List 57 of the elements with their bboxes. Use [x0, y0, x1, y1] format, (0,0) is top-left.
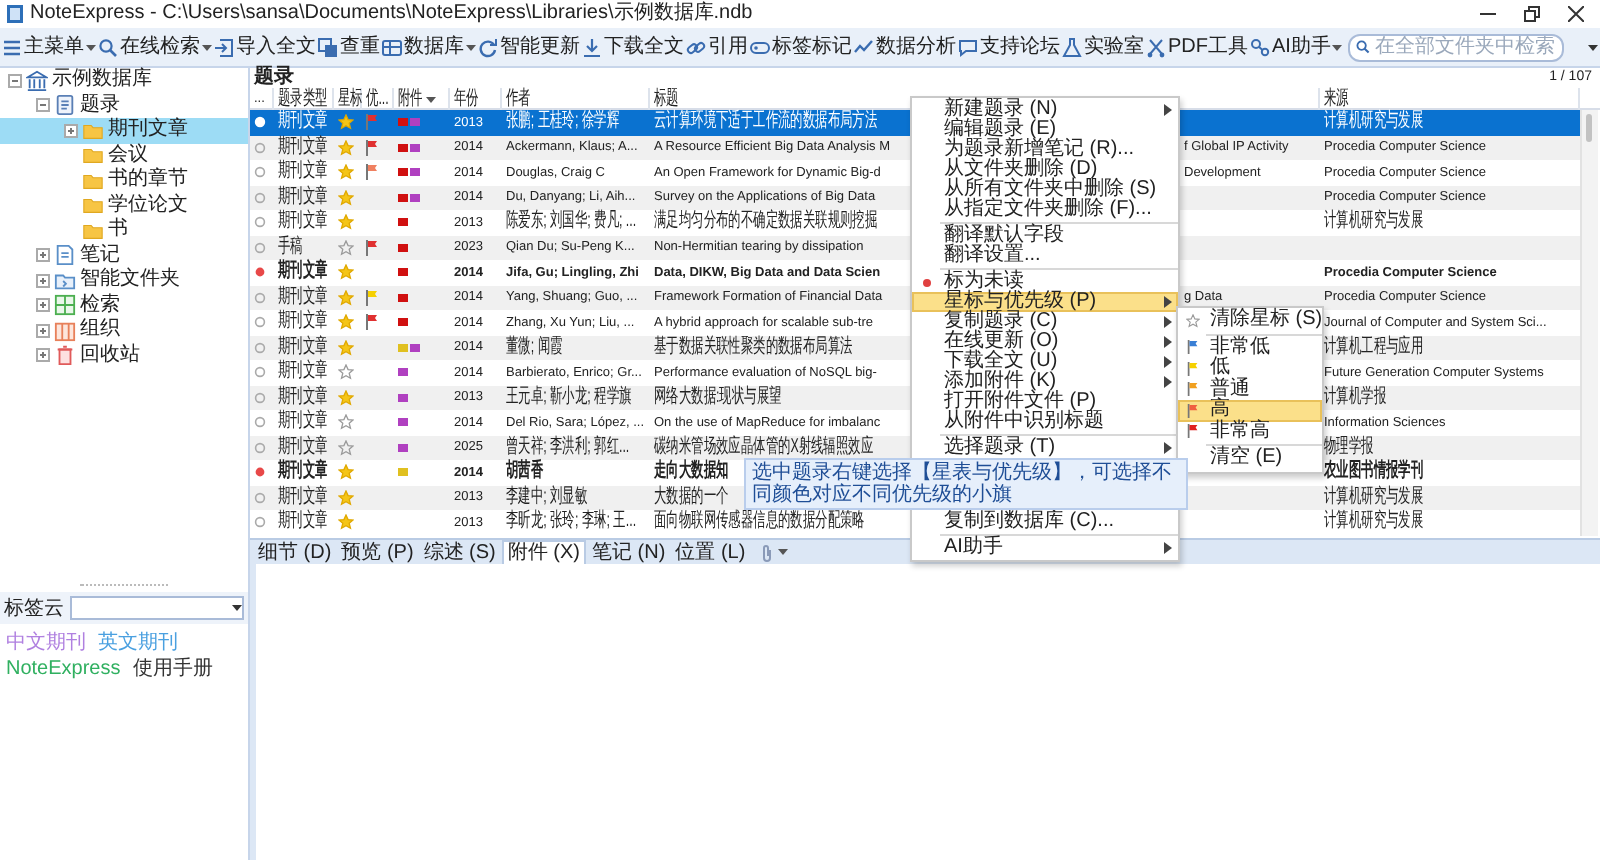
type-cell-text: 期刊文章	[276, 260, 330, 285]
title-cell: 走向大数据知	[654, 460, 729, 485]
tree-label: 回收站	[80, 343, 140, 368]
tag-cloud-label: 标签云	[4, 595, 64, 622]
tree-label: 笔记	[80, 243, 120, 267]
source-cell-text: 计算机研究与发展	[1322, 485, 1426, 509]
author-cell-text: 陈爱东; 刘国华; 费凡; ...	[504, 210, 639, 235]
type-cell-text: 期刊文章	[276, 285, 330, 309]
type-cell-text: 期刊文章	[276, 435, 330, 459]
title-cell-text: 碳纳米管场效应晶体管的X射线辐照效应	[654, 435, 874, 459]
source-cell-text: 物理学报	[1322, 435, 1376, 459]
list-title: 题录	[254, 68, 294, 88]
tree-label: 智能文件夹	[80, 268, 180, 293]
source-cell-text: 计算机研究与发展	[1322, 510, 1426, 535]
tree-label: 书	[108, 218, 128, 243]
tree-label: 书的章节	[108, 168, 188, 193]
source-cell-text: 农业图书情报学刊	[1322, 460, 1426, 485]
type-cell-text: 期刊文章	[276, 360, 330, 385]
author-cell-text: 张鹏; 王桂玲; 徐学辉	[504, 110, 621, 135]
tree-label: 期刊文章	[108, 118, 188, 143]
title-cell: 网络大数据:现状与展望	[654, 385, 780, 410]
type-cell-text: 手稿	[276, 235, 305, 259]
source-cell-text: 计算机研究与发展	[1322, 210, 1426, 235]
source-cell-text: 计算机研究与发展	[1322, 110, 1426, 135]
source-cell-text: 计算机工程与应用	[1322, 335, 1426, 360]
type-cell-text: 期刊文章	[276, 410, 330, 435]
tree-label: 学位论文	[108, 193, 188, 217]
type-cell-text: 期刊文章	[276, 335, 330, 359]
tip-banner: 选中题录右键选择【星表与优先级】，可选择不同颜色对应不同优先级的小旗	[744, 458, 1188, 510]
title-cell-text: 大数据的一个	[654, 485, 729, 509]
type-cell-text: 期刊文章	[276, 110, 330, 135]
type-cell-text: 期刊文章	[276, 310, 330, 335]
author-cell-text: 李建中; 刘显敏	[504, 485, 590, 509]
type-cell-text: 期刊文章	[276, 185, 330, 209]
author-cell-text: 李昕龙; 张玲; 李琳; 王...	[504, 510, 639, 535]
type-cell-text: 期刊文章	[276, 160, 330, 185]
title-cell: 云计算环境下适于工作流的数据布局方法	[654, 110, 878, 135]
type-cell-text: 期刊文章	[276, 385, 330, 409]
title-cell: 基于数据关联性聚类的数据布局算法	[654, 335, 853, 360]
type-cell-text: 期刊文章	[276, 135, 330, 159]
tree-label: 组织	[80, 318, 120, 343]
tree-label: 检索	[80, 293, 120, 318]
tree-label: 会议	[108, 143, 148, 167]
author-cell-text: 王元卓; 靳小龙; 程学旗	[504, 385, 634, 410]
window-title: NoteExpress - C:\Users\sansa\Documents\NoteExpress\Libraries\示例数据库.ndb	[30, 2, 755, 26]
tree-label: 示例数据库	[52, 68, 152, 93]
type-cell-text: 期刊文章	[276, 485, 330, 509]
type-cell-text: 期刊文章	[276, 510, 330, 535]
tree-label: 题录	[80, 93, 120, 117]
title-cell: 面向物联网传感器信息的数据分配策略	[654, 510, 865, 535]
title-cell: 满足均匀分布的不确定数据关联规则挖掘	[654, 210, 878, 235]
type-cell-text: 期刊文章	[276, 210, 330, 235]
author-cell-text: 曾天祥; 李洪利; 郭红...	[504, 435, 632, 459]
author-cell-text: 董微; 闻霞	[504, 335, 565, 360]
source-cell-text: 计算机学报	[1322, 385, 1388, 410]
type-cell-text: 期刊文章	[276, 460, 330, 485]
author-cell-text: 胡茜香	[504, 460, 546, 485]
